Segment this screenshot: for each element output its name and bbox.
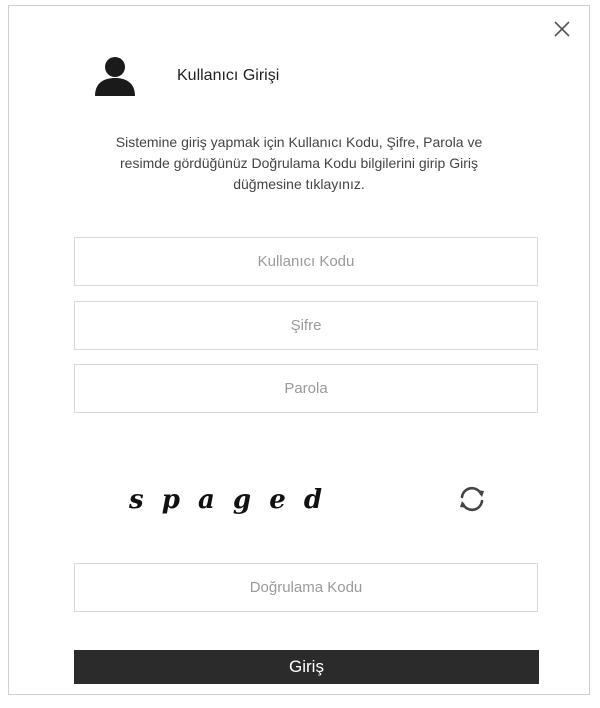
- user-icon: [95, 57, 135, 96]
- refresh-icon[interactable]: [455, 482, 489, 516]
- user-code-input[interactable]: [74, 237, 538, 286]
- verification-code-input[interactable]: [74, 563, 538, 612]
- dialog-title: Kullanıcı Girişi: [177, 67, 280, 84]
- captcha-text: spaged: [128, 485, 334, 515]
- passphrase-input[interactable]: [74, 364, 538, 413]
- login-dialog: Kullanıcı Girişi Sistemine giriş yapmak …: [8, 5, 590, 695]
- dialog-header: Kullanıcı Girişi: [93, 56, 279, 96]
- close-icon[interactable]: [551, 18, 573, 40]
- password-input[interactable]: [74, 301, 538, 350]
- captcha-image: spaged: [128, 485, 334, 515]
- login-button[interactable]: Giriş: [74, 650, 539, 684]
- instructions-text: Sistemine giriş yapmak için Kullanıcı Ko…: [115, 134, 483, 192]
